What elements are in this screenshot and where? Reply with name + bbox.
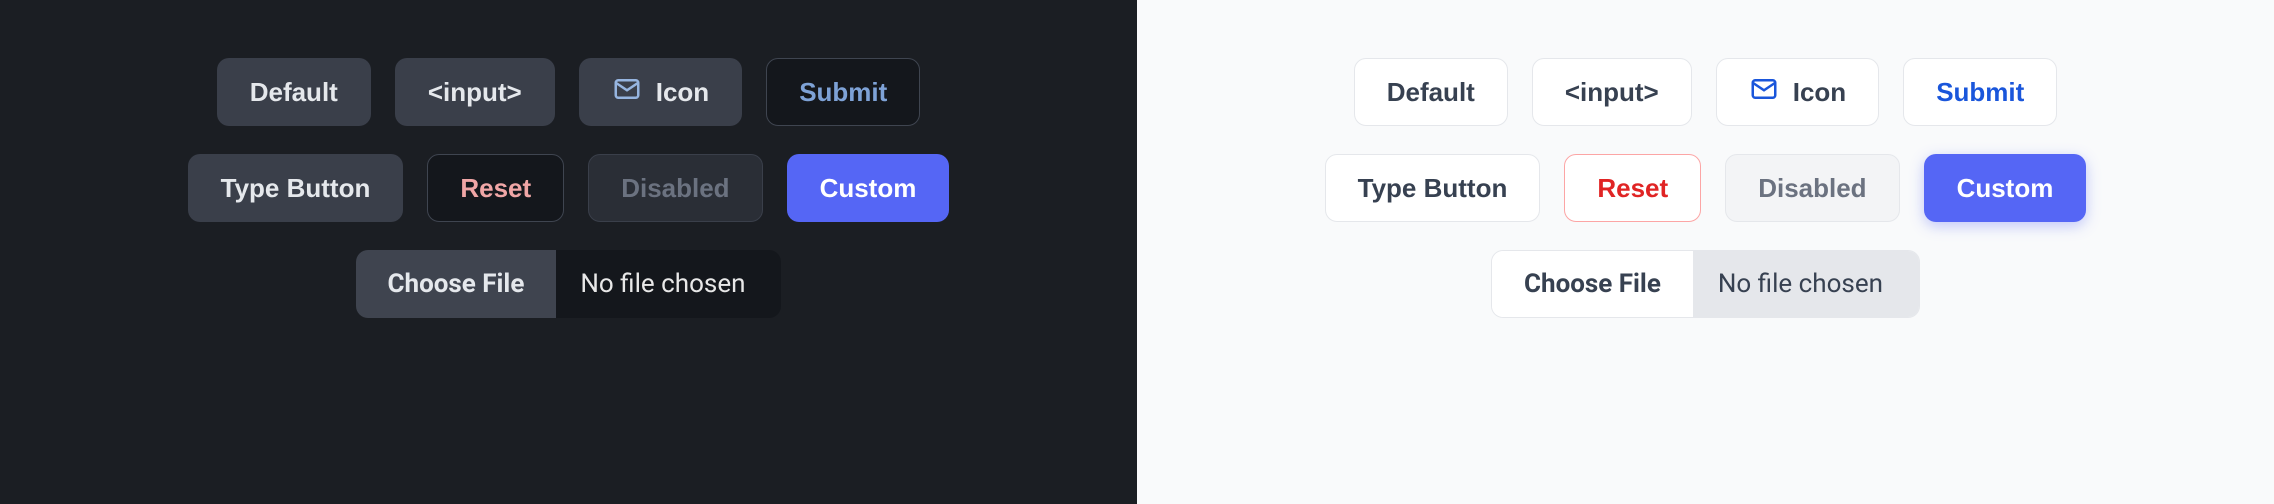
submit-button[interactable]: Submit [1903,58,2057,126]
choose-file-button[interactable]: Choose File [356,250,557,318]
disabled-button: Disabled [1725,154,1899,222]
mail-icon [612,74,642,111]
type-button[interactable]: Type Button [1325,154,1541,222]
light-theme-panel: Default <input> Icon Submit Type Button … [1137,0,2274,504]
custom-button-label: Custom [820,173,917,204]
default-button[interactable]: Default [1354,58,1508,126]
file-row: Choose File No file chosen [1491,250,1920,318]
custom-button[interactable]: Custom [1924,154,2087,222]
type-button-label: Type Button [221,173,371,204]
button-row-1: Default <input> Icon Submit [217,58,921,126]
submit-button[interactable]: Submit [766,58,920,126]
default-button-label: Default [1387,77,1475,108]
button-row-1: Default <input> Icon Submit [1354,58,2058,126]
button-row-2: Type Button Reset Disabled Custom [188,154,950,222]
submit-button-label: Submit [1936,77,2024,108]
icon-button[interactable]: Icon [1716,58,1879,126]
reset-button[interactable]: Reset [1564,154,1701,222]
button-row-2: Type Button Reset Disabled Custom [1325,154,2087,222]
mail-icon [1749,74,1779,111]
custom-button-label: Custom [1957,173,2054,204]
input-button-label: <input> [1565,77,1659,108]
dark-theme-panel: Default <input> Icon Submit Type Button … [0,0,1137,504]
file-input[interactable]: Choose File No file chosen [1491,250,1920,318]
disabled-button-label: Disabled [621,173,729,204]
file-status-text: No file chosen [1694,251,1919,317]
input-button[interactable]: <input> [395,58,555,126]
default-button[interactable]: Default [217,58,371,126]
file-status-text: No file chosen [556,250,781,318]
file-input[interactable]: Choose File No file chosen [356,250,782,318]
disabled-button-label: Disabled [1758,173,1866,204]
choose-file-button[interactable]: Choose File [1492,251,1694,317]
custom-button[interactable]: Custom [787,154,950,222]
type-button[interactable]: Type Button [188,154,404,222]
icon-button[interactable]: Icon [579,58,742,126]
type-button-label: Type Button [1358,173,1508,204]
default-button-label: Default [250,77,338,108]
input-button[interactable]: <input> [1532,58,1692,126]
disabled-button: Disabled [588,154,762,222]
input-button-label: <input> [428,77,522,108]
reset-button-label: Reset [1597,173,1668,204]
reset-button[interactable]: Reset [427,154,564,222]
reset-button-label: Reset [460,173,531,204]
icon-button-label: Icon [656,77,709,108]
submit-button-label: Submit [799,77,887,108]
icon-button-label: Icon [1793,77,1846,108]
file-row: Choose File No file chosen [356,250,782,318]
